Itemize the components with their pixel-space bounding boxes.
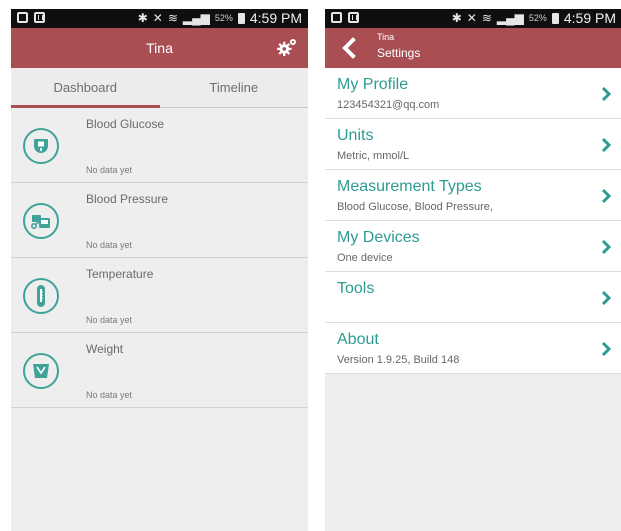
measurement-name: Temperature (86, 267, 154, 281)
notification-icon (17, 12, 28, 23)
app-bar: Tina Settings (325, 28, 621, 68)
settings-item-value: Version 1.9.25, Build 148 (337, 354, 460, 366)
measurement-status: No data yet (86, 390, 133, 400)
settings-item-about[interactable]: About Version 1.9.25, Build 148 (325, 323, 621, 374)
measurement-status: No data yet (86, 165, 133, 175)
blood-glucose-icon (23, 128, 59, 164)
measurement-name: Blood Glucose (86, 117, 165, 131)
tab-bar: Dashboard Timeline (11, 68, 308, 108)
measurement-item-blood-glucose[interactable]: Blood Glucose No data yet (11, 108, 308, 183)
page-title: Settings (377, 46, 421, 60)
measurement-item-temperature[interactable]: Temperature No data yet (11, 258, 308, 333)
settings-item-my-profile[interactable]: My Profile 123454321@qq.com (325, 68, 621, 119)
settings-item-label: Measurement Types (337, 178, 482, 195)
chevron-right-icon (601, 137, 612, 153)
settings-item-label: My Profile (337, 76, 409, 93)
mute-icon: ✕ (152, 11, 163, 25)
settings-item-units[interactable]: Units Metric, mmol/L (325, 119, 621, 170)
settings-gear-icon[interactable] (276, 37, 298, 59)
chevron-right-icon (601, 290, 612, 306)
status-bar: ✱ ✕ ≋ ▂▄▆ 52% 4:59 PM (11, 9, 308, 28)
blood-pressure-icon (23, 203, 59, 239)
app-bar: Tina (11, 28, 308, 68)
battery-percent: 52% (214, 13, 233, 23)
tab-dashboard[interactable]: Dashboard (11, 68, 160, 108)
settings-item-measurement-types[interactable]: Measurement Types Blood Glucose, Blood P… (325, 170, 621, 221)
battery-icon (237, 12, 245, 24)
status-bar: ✱ ✕ ≋ ▂▄▆ 52% 4:59 PM (325, 9, 621, 28)
clock: 4:59 PM (249, 10, 302, 26)
settings-item-label: Units (337, 127, 374, 144)
settings-screen: ✱ ✕ ≋ ▂▄▆ 52% 4:59 PM Tina Settings My P… (325, 9, 621, 531)
chevron-right-icon (601, 86, 612, 102)
wifi-icon: ≋ (167, 11, 178, 25)
scale-icon (23, 353, 59, 389)
dashboard-screen: ✱ ✕ ≋ ▂▄▆ 52% 4:59 PM Tina Dashboard Tim… (11, 9, 308, 531)
settings-item-value: 123454321@qq.com (337, 99, 440, 111)
chevron-right-icon (601, 341, 612, 357)
battery-icon (551, 12, 559, 24)
notification-icon (348, 12, 359, 23)
measurement-item-weight[interactable]: Weight No data yet (11, 333, 308, 408)
measurement-item-blood-pressure[interactable]: Blood Pressure No data yet (11, 183, 308, 258)
back-chevron-icon[interactable] (339, 37, 361, 59)
settings-item-label: Tools (337, 280, 375, 297)
page-title: Tina (146, 40, 173, 56)
mute-icon: ✕ (466, 11, 477, 25)
measurement-status: No data yet (86, 315, 133, 325)
measurement-name: Blood Pressure (86, 192, 169, 206)
signal-icon: ▂▄▆ (496, 11, 524, 25)
clock: 4:59 PM (563, 10, 616, 26)
settings-item-label: About (337, 331, 379, 348)
measurement-status: No data yet (86, 240, 133, 250)
tab-timeline[interactable]: Timeline (160, 68, 309, 108)
chevron-right-icon (601, 239, 612, 255)
wifi-icon: ≋ (481, 11, 492, 25)
settings-list: My Profile 123454321@qq.com Units Metric… (325, 68, 621, 374)
account-name: Tina (377, 32, 395, 42)
bluetooth-icon: ✱ (137, 11, 148, 25)
settings-item-value: One device (337, 252, 393, 264)
chevron-right-icon (601, 188, 612, 204)
settings-item-label: My Devices (337, 229, 420, 246)
signal-icon: ▂▄▆ (182, 11, 210, 25)
settings-item-value: Blood Glucose, Blood Pressure, (337, 201, 493, 213)
settings-item-my-devices[interactable]: My Devices One device (325, 221, 621, 272)
measurement-list: Blood Glucose No data yet Blood Pressure… (11, 108, 308, 408)
notification-icon (34, 12, 45, 23)
bluetooth-icon: ✱ (451, 11, 462, 25)
thermometer-icon (23, 278, 59, 314)
settings-item-tools[interactable]: Tools (325, 272, 621, 323)
settings-item-value: Metric, mmol/L (337, 150, 410, 162)
measurement-name: Weight (86, 342, 124, 356)
battery-percent: 52% (528, 13, 547, 23)
notification-icon (331, 12, 342, 23)
